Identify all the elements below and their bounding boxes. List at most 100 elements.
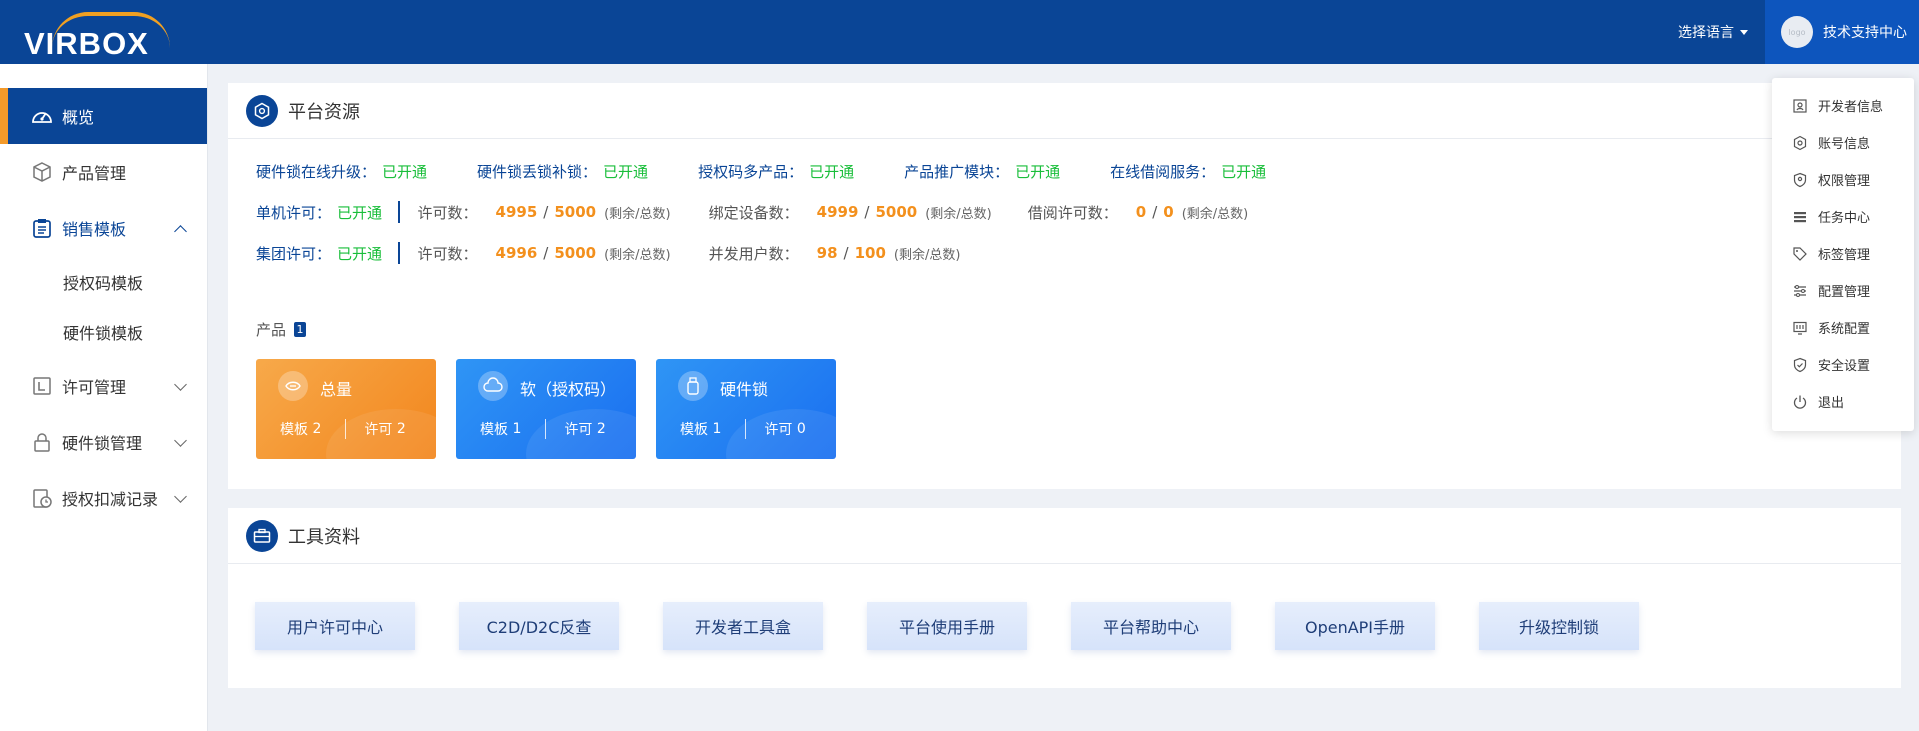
products-label: 产品 [256,321,287,339]
menu-item-task-center[interactable]: 任务中心 [1792,207,1870,226]
system-monitor-icon [1793,321,1807,335]
card-title: 工具资料 [288,526,360,548]
license-count-label: 许可数： [417,203,478,222]
menu-item-developer-info[interactable]: 开发者信息 [1792,96,1883,115]
sidebar-sub-item-hardware-lock-template[interactable]: 硬件锁模板 [63,320,143,344]
status-badge: 已开通 [1221,163,1267,181]
sidebar-sub-item-license-code-template[interactable]: 授权码模板 [63,270,143,294]
menu-item-tag-management[interactable]: 标签管理 [1792,244,1870,263]
license-count-label: 许可数： [417,244,478,263]
borrow-license-label: 借阅许可数： [1027,203,1118,222]
template-count: 1 [512,421,522,437]
virbox-logo[interactable]: VIRBOX [24,10,180,61]
template-count: 2 [312,421,322,437]
sidebar-item-hardware-lock-management[interactable]: 硬件锁管理 [0,414,207,470]
tile-stats: 模板 1 许可 0 [680,419,806,439]
power-icon [1793,395,1807,409]
single-license-label: 单机许可： [256,203,332,222]
openapi-manual-button[interactable]: OpenAPI手册 [1275,602,1435,650]
eye-swap-icon [278,371,308,401]
concurrent-users-label: 并发用户数： [708,244,799,263]
menu-item-system-config[interactable]: 系统配置 [1792,318,1870,337]
remaining-total-note: (剩余/总数) [604,206,671,222]
avatar: logo [1781,16,1813,48]
c2d-d2c-lookup-button[interactable]: C2D/D2C反查 [459,602,619,650]
status-badge: 已开通 [337,244,383,263]
devices-remaining: 4999 [816,203,859,221]
record-clock-icon [28,484,56,512]
developer-toolbox-button[interactable]: 开发者工具盒 [663,602,823,650]
users-total: 100 [854,244,886,262]
product-tile-hardware-lock[interactable]: 硬件锁 模板 1 许可 0 [656,359,836,459]
sidebar-item-overview[interactable]: 概览 [0,88,207,144]
bound-devices-label: 绑定设备数： [708,203,799,222]
license-count: 2 [596,421,606,437]
sidebar-item-label: 许可管理 [62,378,127,397]
chevron-down-icon [174,434,187,447]
template-count: 1 [712,421,722,437]
tile-title: 硬件锁 [720,380,769,399]
chevron-down-icon [174,490,187,503]
license-total: 5000 [554,244,597,262]
sidebar-item-label: 销售模板 [62,220,127,239]
platform-manual-button[interactable]: 平台使用手册 [867,602,1027,650]
sliders-icon [1794,284,1806,297]
status-badge: 已开通 [337,203,383,222]
menu-item-security-settings[interactable]: 安全设置 [1792,355,1870,374]
remaining-total-note: (剩余/总数) [604,247,671,263]
clipboard-icon [28,214,56,242]
card-header: 平台资源 [228,83,1901,139]
user-dropdown-menu: 开发者信息 账号信息 权限管理 任务中心 标签管理 配置管理 系统配置 安全设置… [1772,78,1914,431]
feature-label: 授权码多产品： [698,163,804,181]
license-count: 2 [396,421,406,437]
language-label: 选择语言 [1678,25,1734,41]
user-menu-trigger[interactable]: logo 技术支持中心 [1765,0,1919,64]
upgrade-control-lock-button[interactable]: 升级控制锁 [1479,602,1639,650]
feature-label: 产品推广模块： [904,163,1010,181]
devices-total: 5000 [875,203,918,221]
sidebar-item-label: 产品管理 [62,164,127,183]
borrow-total: 0 [1163,203,1174,221]
sidebar-item-label: 授权扣减记录 [62,490,159,509]
sidebar-item-authorization-records[interactable]: 授权扣减记录 [0,470,207,526]
language-selector[interactable]: 选择语言 [1678,22,1748,42]
product-tile-total[interactable]: 总量 模板 2 许可 2 [256,359,436,459]
tile-title: 软（授权码） [520,380,617,399]
status-badge: 已开通 [1015,163,1061,181]
menu-item-permission-management[interactable]: 权限管理 [1792,170,1870,189]
usb-key-icon [678,371,708,401]
borrow-remaining: 0 [1135,203,1147,221]
logo-text: VIRBOX [24,26,149,61]
cloud-icon [478,371,508,401]
platform-resources-card: 平台资源 硬件锁在线升级： 已开通 硬件锁丢锁补锁： 已开通 授权码多产品： 已… [228,83,1901,489]
product-tile-software[interactable]: 软（授权码） 模板 1 许可 2 [456,359,636,459]
tile-title: 总量 [320,380,353,399]
card-header: 工具资料 [228,508,1901,564]
group-license-row: 集团许可： 已开通 许可数： 4996 / 5000 (剩余/总数) 并发用户数… [256,242,961,264]
hexagon-icon [246,94,278,127]
platform-help-center-button[interactable]: 平台帮助中心 [1071,602,1231,650]
account-gear-icon [1793,135,1807,150]
sidebar-item-license-management[interactable]: 许可管理 [0,358,207,414]
sidebar-item-label: 概览 [62,108,95,127]
status-badge: 已开通 [603,163,649,181]
feature-status-row: 硬件锁在线升级： 已开通 硬件锁丢锁补锁： 已开通 授权码多产品： 已开通 产品… [256,161,1266,182]
tile-stats: 模板 1 许可 2 [480,419,606,439]
sidebar-item-products[interactable]: 产品管理 [0,144,207,200]
menu-item-config-management[interactable]: 配置管理 [1792,281,1870,300]
user-name: 技术支持中心 [1823,25,1907,41]
remaining-total-note: (剩余/总数) [925,206,992,222]
license-total: 5000 [554,203,597,221]
sidebar-item-sales-templates[interactable]: 销售模板 [0,200,207,256]
user-license-center-button[interactable]: 用户许可中心 [255,602,415,650]
feature-label: 硬件锁丢锁补锁： [477,163,598,181]
menu-item-logout[interactable]: 退出 [1792,392,1844,411]
tile-stats: 模板 2 许可 2 [280,419,406,439]
status-badge: 已开通 [382,163,428,181]
menu-item-account-info[interactable]: 账号信息 [1792,133,1870,152]
security-shield-icon [1793,357,1807,372]
feature-label: 在线借阅服务： [1110,163,1216,181]
caret-down-icon [1740,29,1748,35]
divider [398,201,400,223]
license-icon [28,372,56,400]
